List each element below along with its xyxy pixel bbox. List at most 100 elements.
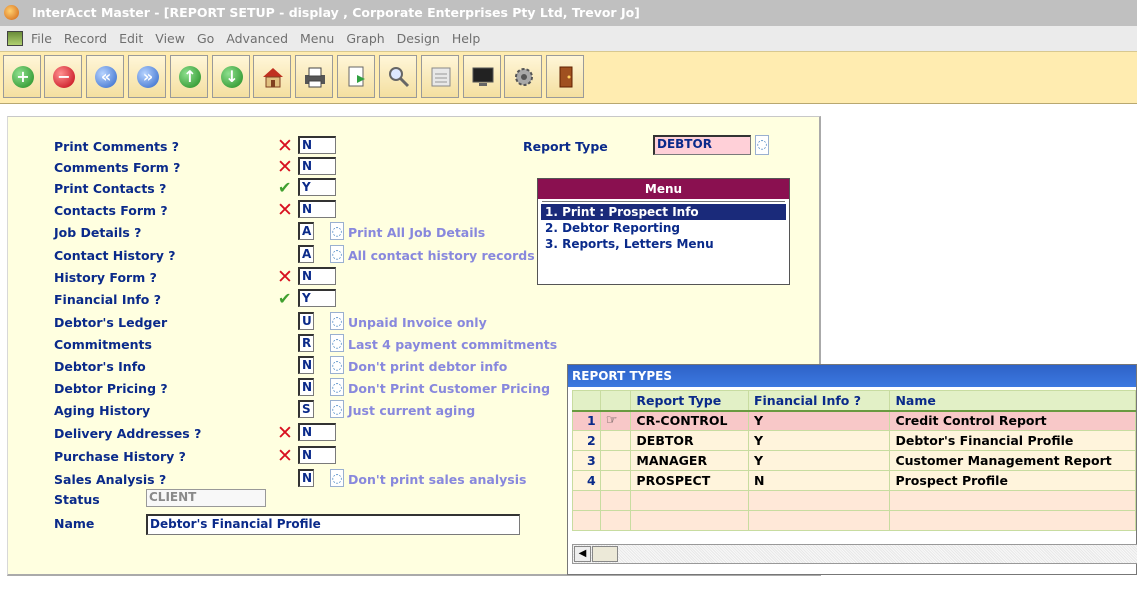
print-button[interactable]	[295, 55, 333, 98]
empty-row[interactable]	[572, 510, 1136, 531]
column-financial-info[interactable]: Financial Info ?	[747, 390, 891, 412]
pointer-cell	[599, 450, 632, 471]
print-comments-field[interactable]: N	[298, 136, 336, 154]
print-contacts-label: Print Contacts ?	[54, 181, 167, 196]
financial-info-cell[interactable]: Y	[747, 450, 891, 471]
financial-info-field[interactable]: Y	[298, 289, 336, 307]
menu-file[interactable]: File	[31, 26, 52, 51]
scroll-left-icon[interactable]: ◀	[574, 546, 591, 562]
contact-history-field[interactable]: A	[298, 245, 314, 263]
print-contacts-field[interactable]: Y	[298, 178, 336, 196]
export-button[interactable]	[337, 55, 375, 98]
binary-icon	[431, 67, 451, 87]
financial-info-cell[interactable]: N	[747, 470, 891, 491]
home-icon	[263, 68, 283, 88]
name-field[interactable]: Debtor's Financial Profile	[146, 514, 520, 535]
settings-button[interactable]	[504, 55, 542, 98]
lookup-icon[interactable]: ◌	[330, 356, 344, 374]
lookup-icon[interactable]: ◌	[330, 334, 344, 352]
sales-analysis-desc: Don't print sales analysis	[348, 472, 527, 487]
debtors-info-field[interactable]: N	[298, 356, 314, 374]
scroll-thumb[interactable]	[592, 546, 618, 562]
menu-graph[interactable]: Graph	[346, 26, 384, 51]
search-icon	[389, 67, 410, 88]
lookup-icon[interactable]: ◌	[330, 469, 344, 487]
comments-form-field[interactable]: N	[298, 157, 336, 175]
menu-bar: File Record Edit View Go Advanced Menu G…	[0, 26, 1137, 51]
empty-row[interactable]	[572, 490, 1136, 511]
history-form-field[interactable]: N	[298, 267, 336, 285]
home-button[interactable]	[253, 55, 291, 98]
name-cell[interactable]: Credit Control Report	[889, 410, 1136, 431]
down-button[interactable]: ↓	[212, 55, 250, 98]
table-row[interactable]: 4 PROSPECT N Prospect Profile	[572, 470, 1136, 491]
column-report-type[interactable]: Report Type	[630, 390, 749, 412]
pointer-cell	[599, 430, 632, 451]
debtors-ledger-field[interactable]: U	[298, 312, 314, 330]
up-button[interactable]: ↑	[170, 55, 208, 98]
purchase-history-field[interactable]: N	[298, 446, 336, 464]
row-number: 4	[572, 470, 601, 491]
report-type-cell[interactable]: DEBTOR	[630, 430, 749, 451]
menu-item-debtor-reporting[interactable]: 2. Debtor Reporting	[541, 220, 786, 236]
name-cell[interactable]: Customer Management Report	[889, 450, 1136, 471]
table-row[interactable]: 2 DEBTOR Y Debtor's Financial Profile	[572, 430, 1136, 451]
aging-history-field[interactable]: S	[298, 400, 314, 418]
row-number: 1	[572, 410, 601, 431]
lookup-icon[interactable]: ◌	[755, 135, 769, 155]
report-type-cell[interactable]: MANAGER	[630, 450, 749, 471]
contact-history-label: Contact History ?	[54, 248, 176, 263]
debtor-pricing-field[interactable]: N	[298, 378, 314, 396]
name-cell[interactable]: Prospect Profile	[889, 470, 1136, 491]
name-cell[interactable]: Debtor's Financial Profile	[889, 430, 1136, 451]
add-button[interactable]: +	[3, 55, 41, 98]
no-icon: ✕	[277, 156, 293, 178]
pointer-hand-icon: ☞	[599, 410, 632, 431]
delivery-addresses-field[interactable]: N	[298, 423, 336, 441]
document-icon[interactable]	[7, 31, 23, 46]
menu-go[interactable]: Go	[197, 26, 214, 51]
lookup-icon[interactable]: ◌	[330, 378, 344, 396]
menu-edit[interactable]: Edit	[119, 26, 143, 51]
menu-item-print-prospect-info[interactable]: 1. Print : Prospect Info	[541, 204, 786, 220]
exit-button[interactable]	[546, 55, 584, 98]
next-button[interactable]: »	[128, 55, 166, 98]
report-type-field[interactable]: DEBTOR	[653, 135, 751, 155]
binary-button[interactable]	[421, 55, 459, 98]
lookup-icon[interactable]: ◌	[330, 400, 344, 418]
menu-record[interactable]: Record	[64, 26, 107, 51]
menu-item-reports-letters-menu[interactable]: 3. Reports, Letters Menu	[541, 236, 786, 252]
lookup-icon[interactable]: ◌	[330, 245, 344, 263]
pointer-cell	[599, 470, 632, 491]
contact-history-desc: All contact history records	[348, 248, 535, 263]
contacts-form-field[interactable]: N	[298, 200, 336, 218]
previous-button[interactable]: «	[86, 55, 124, 98]
menu-view[interactable]: View	[155, 26, 185, 51]
menu-menu[interactable]: Menu	[300, 26, 334, 51]
report-type-cell[interactable]: CR-CONTROL	[630, 410, 749, 431]
row-number: 2	[572, 430, 601, 451]
report-type-cell[interactable]: PROSPECT	[630, 470, 749, 491]
print-icon	[305, 67, 325, 88]
menu-advanced[interactable]: Advanced	[226, 26, 288, 51]
delete-button[interactable]: −	[44, 55, 82, 98]
menu-help[interactable]: Help	[452, 26, 481, 51]
commitments-field[interactable]: R	[298, 334, 314, 352]
sales-analysis-field[interactable]: N	[298, 469, 314, 487]
financial-info-cell[interactable]: Y	[747, 410, 891, 431]
debtor-pricing-desc: Don't Print Customer Pricing	[348, 381, 551, 396]
debtors-ledger-label: Debtor's Ledger	[54, 315, 168, 330]
lookup-icon[interactable]: ◌	[330, 312, 344, 330]
horizontal-scrollbar[interactable]: ◀	[572, 544, 1137, 564]
table-row[interactable]: 1 ☞ CR-CONTROL Y Credit Control Report	[572, 410, 1136, 431]
job-details-field[interactable]: A	[298, 222, 314, 240]
window-title: InterAcct Master - [REPORT SETUP - displ…	[32, 5, 640, 20]
column-name[interactable]: Name	[889, 390, 1136, 412]
monitor-button[interactable]	[463, 55, 501, 98]
search-button[interactable]	[379, 55, 417, 98]
financial-info-cell[interactable]: Y	[747, 430, 891, 451]
table-row[interactable]: 3 MANAGER Y Customer Management Report	[572, 450, 1136, 471]
menu-title: Menu	[538, 179, 789, 199]
menu-design[interactable]: Design	[397, 26, 440, 51]
lookup-icon[interactable]: ◌	[330, 222, 344, 240]
